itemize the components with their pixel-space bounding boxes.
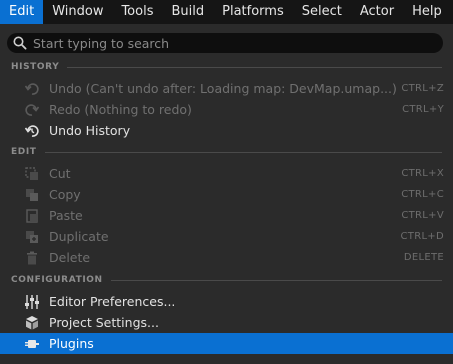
menu-item-label: Plugins: [49, 336, 94, 351]
menu-item-label: Undo History: [49, 123, 131, 138]
copy-icon: [26, 189, 38, 201]
shortcut-text: DELETE: [403, 252, 444, 263]
undo-icon: [24, 83, 39, 95]
menu-item-label: Cut: [49, 166, 71, 181]
menu-select[interactable]: Select: [293, 0, 351, 24]
menu-item-editor-preferences[interactable]: Editor Preferences...: [0, 291, 453, 312]
menu-item-plugins[interactable]: Plugins: [0, 333, 453, 354]
menu-item-label: Duplicate: [49, 229, 109, 244]
menu-item-label: Delete: [49, 250, 91, 265]
section-configuration: CONFIGURATION: [11, 273, 442, 287]
menu-item-label: Redo (Nothing to redo): [49, 102, 192, 117]
menu-build[interactable]: Build: [162, 0, 213, 24]
menu-bar: Edit Window Tools Build Platforms Select…: [0, 0, 453, 24]
menu-item-project-settings[interactable]: Project Settings...: [0, 312, 453, 333]
shortcut-text: CTRL+C: [401, 189, 444, 200]
section-edit-label: EDIT: [11, 147, 37, 157]
menu-tools[interactable]: Tools: [112, 0, 162, 24]
paste-icon: [26, 209, 38, 223]
cut-icon: [25, 167, 38, 180]
shortcut-text: CTRL+X: [401, 168, 444, 179]
menu-item-label: Undo (Can't undo after: Loading map: Dev…: [49, 81, 397, 96]
menu-item-duplicate[interactable]: Duplicate CTRL+D: [0, 226, 453, 247]
plugin-icon: [25, 340, 39, 348]
divider: [67, 66, 442, 68]
shortcut-text: CTRL+Z: [401, 83, 444, 94]
duplicate-icon: [26, 231, 38, 243]
section-history-label: HISTORY: [11, 62, 60, 72]
menu-item-paste[interactable]: Paste CTRL+V: [0, 205, 453, 226]
search-box[interactable]: [7, 33, 443, 53]
menu-edit[interactable]: Edit: [0, 0, 44, 24]
divider: [44, 151, 442, 153]
menu-item-undo-history[interactable]: Undo History: [0, 120, 453, 141]
edit-dropdown-menu: HISTORY Undo (Can't undo after: Loading …: [0, 24, 453, 364]
redo-icon: [25, 104, 40, 116]
section-edit: EDIT: [11, 145, 442, 159]
shortcut-text: CTRL+V: [401, 210, 444, 221]
menu-actor[interactable]: Actor: [351, 0, 403, 24]
project-settings-icon: [26, 316, 38, 330]
shortcut-text: CTRL+Y: [402, 104, 444, 115]
undo-history-icon: [24, 125, 39, 137]
menu-item-label: Copy: [49, 187, 81, 202]
menu-item-delete[interactable]: Delete DELETE: [0, 247, 453, 268]
search-input[interactable]: [33, 35, 423, 51]
menu-item-copy[interactable]: Copy CTRL+C: [0, 184, 453, 205]
menu-item-cut[interactable]: Cut CTRL+X: [0, 163, 453, 184]
menu-platforms[interactable]: Platforms: [213, 0, 293, 24]
menu-item-label: Editor Preferences...: [49, 294, 176, 309]
menu-item-label: Paste: [49, 208, 83, 223]
menu-item-undo[interactable]: Undo (Can't undo after: Loading map: Dev…: [0, 78, 453, 99]
divider: [110, 279, 442, 281]
menu-help[interactable]: Help: [403, 0, 451, 24]
section-configuration-label: CONFIGURATION: [11, 275, 103, 285]
section-history: HISTORY: [11, 60, 442, 74]
sliders-icon: [25, 295, 39, 309]
menu-window[interactable]: Window: [43, 0, 112, 24]
trash-icon: [27, 251, 37, 265]
menu-item-label: Project Settings...: [49, 315, 159, 330]
menu-item-redo[interactable]: Redo (Nothing to redo) CTRL+Y: [0, 99, 453, 120]
shortcut-text: CTRL+D: [400, 231, 444, 242]
search-icon: [13, 36, 27, 50]
